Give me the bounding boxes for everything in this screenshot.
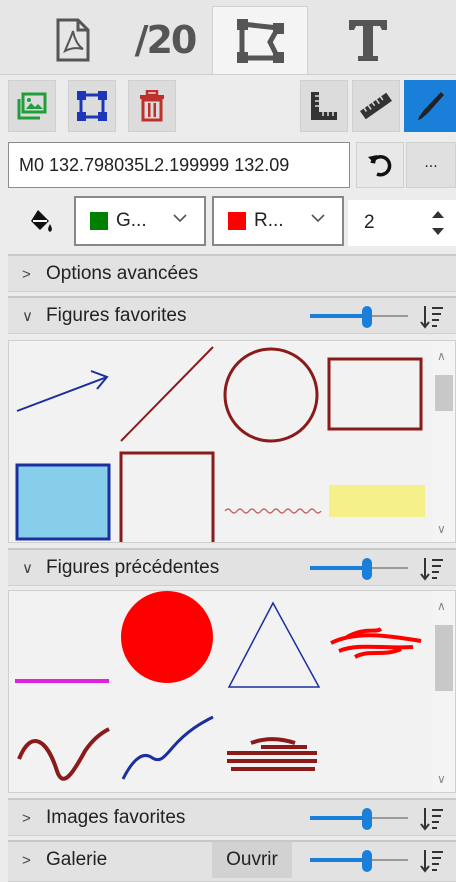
size-slider[interactable] [310, 850, 408, 872]
section-label: Galerie [46, 849, 108, 870]
stroke-color-label: R... [254, 210, 284, 231]
section-label: Figures précédentes [46, 557, 220, 578]
selection-box-button[interactable] [68, 80, 116, 132]
fill-color-label: G... [116, 210, 147, 231]
tab-text[interactable] [308, 6, 428, 74]
filled-rectangle-figure[interactable] [11, 449, 115, 543]
stroke-width-stepper[interactable]: 2 [348, 200, 456, 246]
tab-shape[interactable] [212, 6, 308, 74]
ruler-button[interactable] [352, 80, 400, 132]
text-T-icon [349, 20, 387, 61]
chevron-right-icon: > [22, 810, 31, 827]
dark-red-curve-figure[interactable] [11, 699, 115, 793]
tab-bar: /20 [0, 0, 456, 75]
square-ruler-button[interactable] [300, 80, 348, 132]
svg-path-input[interactable]: M0 132.798035L2.199999 132.09 [8, 142, 350, 188]
stroke-color-dropdown[interactable]: R... [212, 196, 344, 246]
section-previous-figures[interactable]: ∨ Figures précédentes [8, 548, 456, 586]
fill-toggle-button[interactable] [14, 200, 70, 244]
previous-figures-gallery: ∧ ∨ [8, 590, 456, 793]
insert-image-button[interactable] [8, 80, 56, 132]
ruler-square-icon [311, 92, 337, 120]
sort-icon[interactable] [420, 556, 444, 582]
slider-knob[interactable] [362, 808, 372, 830]
image-icon [17, 92, 47, 120]
more-options-button[interactable]: ... [406, 142, 456, 188]
stroke-width-value: 2 [364, 212, 375, 233]
sort-icon[interactable] [420, 304, 444, 330]
pen-button[interactable] [404, 80, 456, 132]
wavy-line-figure[interactable] [221, 449, 325, 543]
chevron-right-icon: > [22, 852, 31, 869]
drawing-toolbar [8, 80, 456, 132]
section-label: Options avancées [46, 263, 199, 284]
undo-icon [368, 155, 392, 177]
fill-color-swatch [90, 212, 108, 230]
blue-curve-figure[interactable] [115, 699, 219, 793]
chevron-down-icon: ∨ [22, 560, 33, 577]
tab-page-count[interactable]: /20 [118, 6, 212, 74]
slider-knob[interactable] [362, 558, 372, 580]
circle-figure[interactable] [221, 341, 325, 447]
favorite-figures-gallery: ∧ ∨ [8, 340, 456, 543]
rectangle-figure[interactable] [325, 341, 429, 447]
section-label: Figures favorites [46, 305, 187, 326]
ruler-icon [360, 92, 392, 120]
scrollbar-thumb[interactable] [435, 375, 453, 411]
size-slider[interactable] [310, 558, 408, 580]
magenta-line-figure[interactable] [11, 591, 115, 697]
section-favorite-images[interactable]: > Images favorites [8, 798, 456, 836]
vertical-scrollbar[interactable]: ∧ ∨ [433, 591, 455, 792]
chevron-right-icon: > [22, 266, 31, 283]
tall-rectangle-figure[interactable] [115, 449, 219, 543]
sort-icon[interactable] [420, 806, 444, 832]
undo-button[interactable] [356, 142, 404, 188]
section-advanced-options[interactable]: > Options avancées [8, 254, 456, 292]
slider-knob[interactable] [362, 306, 372, 328]
scroll-up-icon[interactable]: ∧ [437, 599, 446, 613]
chevron-down-icon [311, 214, 325, 223]
stepper-arrows-icon[interactable] [430, 206, 446, 240]
section-favorite-figures[interactable]: ∨ Figures favorites [8, 296, 456, 334]
size-slider[interactable] [310, 808, 408, 830]
triangle-figure[interactable] [221, 591, 325, 697]
style-row: G... R... 2 [8, 196, 456, 248]
scroll-down-icon[interactable]: ∨ [437, 522, 446, 536]
chevron-down-icon [173, 214, 187, 223]
section-label: Images favorites [46, 807, 186, 828]
pdf-file-icon [56, 18, 90, 62]
delete-button[interactable] [128, 80, 176, 132]
slider-knob[interactable] [362, 850, 372, 872]
highlight-figure[interactable] [325, 449, 429, 543]
scroll-down-icon[interactable]: ∨ [437, 772, 446, 786]
trash-icon [140, 90, 164, 122]
dark-red-scribble-figure[interactable] [221, 699, 325, 793]
scrollbar-thumb[interactable] [435, 625, 453, 691]
line-figure[interactable] [115, 341, 219, 447]
shape-select-icon [237, 18, 284, 63]
arrow-figure[interactable] [11, 341, 115, 447]
size-slider[interactable] [310, 306, 408, 328]
path-row: M0 132.798035L2.199999 132.09 ... [8, 138, 456, 190]
sort-icon[interactable] [420, 848, 444, 874]
pen-icon [418, 92, 444, 120]
chevron-down-icon: ∨ [22, 308, 33, 325]
open-gallery-button[interactable]: Ouvrir [212, 842, 292, 878]
selection-box-icon [77, 91, 107, 121]
tab-pdf[interactable] [28, 6, 118, 74]
section-gallery[interactable]: > Galerie Ouvrir [8, 840, 456, 882]
paint-bucket-icon [31, 210, 52, 232]
red-disc-figure[interactable] [115, 591, 219, 697]
fill-color-dropdown[interactable]: G... [74, 196, 206, 246]
red-scribble-figure[interactable] [325, 591, 429, 697]
stroke-color-swatch [228, 212, 246, 230]
scroll-up-icon[interactable]: ∧ [437, 349, 446, 363]
vertical-scrollbar[interactable]: ∧ ∨ [433, 341, 455, 542]
